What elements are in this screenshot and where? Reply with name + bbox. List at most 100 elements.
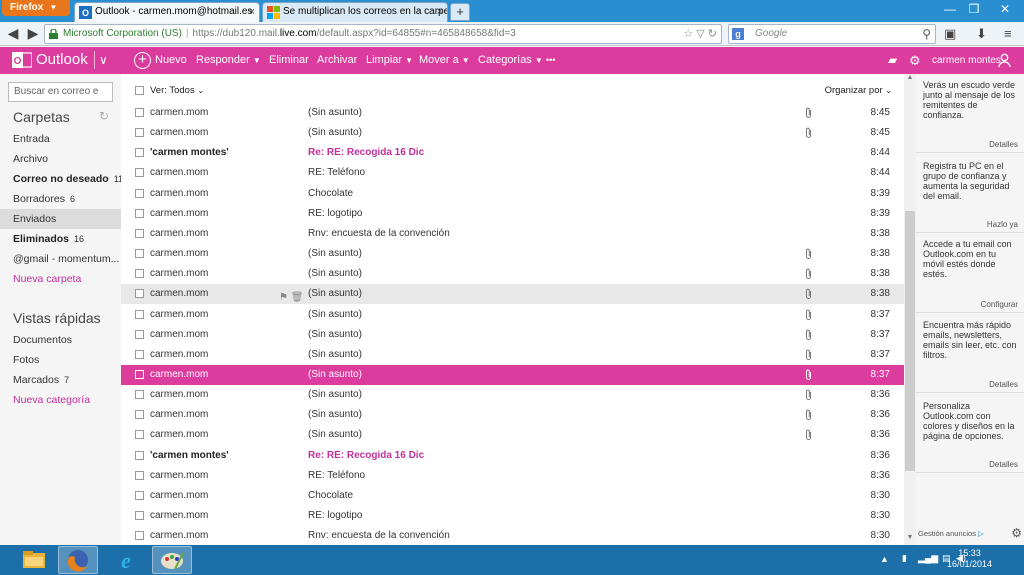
- row-checkbox[interactable]: [135, 450, 144, 460]
- star-icon[interactable]: ☆: [683, 28, 693, 40]
- row-checkbox[interactable]: [135, 369, 144, 379]
- search-icon[interactable]: ⚲: [922, 25, 931, 43]
- message-row[interactable]: carmen.mom (Sin asunto) 8:37: [121, 345, 904, 365]
- url-bar[interactable]: Microsoft Corporation (US) | https://dub12…: [44, 24, 722, 44]
- ad-link[interactable]: Configurar: [981, 300, 1018, 309]
- message-row[interactable]: carmen.mom (Sin asunto) 8:38: [121, 244, 904, 264]
- close-window-icon[interactable]: ✕: [990, 0, 1020, 18]
- close-icon[interactable]: ×: [249, 3, 255, 21]
- folder-item[interactable]: @gmail - momentum...: [0, 249, 121, 269]
- row-checkbox[interactable]: [135, 410, 144, 420]
- messenger-icon[interactable]: ▰: [888, 47, 897, 74]
- message-row[interactable]: carmen.mom (Sin asunto) 8:36: [121, 385, 904, 405]
- search-input[interactable]: g Google ⚲: [728, 24, 936, 44]
- battery-icon[interactable]: ▮: [902, 553, 907, 564]
- row-checkbox[interactable]: [135, 108, 144, 117]
- move-to-button[interactable]: Mover a ▼: [419, 47, 470, 74]
- row-checkbox[interactable]: [135, 289, 144, 299]
- message-row[interactable]: carmen.mom RE: Teléfono 8:36: [121, 466, 904, 486]
- ad-link[interactable]: Hazlo ya: [987, 220, 1018, 229]
- delete-button[interactable]: Eliminar: [269, 47, 309, 74]
- quick-view-item[interactable]: Marcados 7: [0, 370, 121, 390]
- message-row[interactable]: carmen.mom (Sin asunto) 8:38: [121, 264, 904, 284]
- refresh-icon[interactable]: ↻: [99, 109, 109, 123]
- ad-link[interactable]: Detalles: [989, 380, 1018, 389]
- trash-icon[interactable]: 🗑︎: [291, 292, 304, 303]
- app-switcher-chevron-icon[interactable]: ∨: [94, 51, 108, 69]
- sweep-button[interactable]: Limpiar ▼: [366, 47, 413, 74]
- ad-text[interactable]: Encuentra más rápido emails, newsletters…: [923, 320, 1019, 360]
- folder-item[interactable]: Correo no deseado 11: [0, 169, 121, 189]
- message-row[interactable]: 'carmen montes' Re: RE: Recogida 16 Dic 8:…: [121, 143, 904, 163]
- new-tab-button[interactable]: +: [450, 3, 470, 21]
- new-folder-link[interactable]: Nueva carpeta: [0, 269, 121, 289]
- message-row[interactable]: carmen.mom (Sin asunto) 8:45: [121, 123, 904, 143]
- row-checkbox[interactable]: [135, 490, 144, 500]
- folder-item[interactable]: Enviados: [0, 209, 121, 229]
- message-row[interactable]: carmen.mom (Sin asunto) 8:37: [121, 305, 904, 325]
- row-checkbox[interactable]: [135, 430, 144, 440]
- restore-icon[interactable]: ❐: [962, 0, 986, 18]
- folder-item[interactable]: Archivo: [0, 149, 121, 169]
- minimize-icon[interactable]: —: [938, 0, 962, 18]
- app-title[interactable]: Outlook: [36, 51, 88, 69]
- row-checkbox[interactable]: [135, 309, 144, 319]
- bookmarks-icon[interactable]: ▣: [944, 26, 956, 42]
- site-identity[interactable]: Microsoft Corporation (US): [63, 28, 182, 39]
- ad-text[interactable]: Accede a tu email con Outlook.com en tu …: [923, 239, 1019, 279]
- scrollbar-thumb[interactable]: [905, 211, 915, 471]
- quick-view-item[interactable]: Fotos: [0, 350, 121, 370]
- row-checkbox[interactable]: [135, 511, 144, 520]
- google-icon[interactable]: g: [732, 28, 744, 40]
- message-row[interactable]: carmen.mom (Sin asunto) 8:37: [121, 364, 904, 385]
- message-row[interactable]: 'carmen montes' Re: RE: Recogida 16 Dic 8:…: [121, 446, 904, 466]
- new-category-link[interactable]: Nueva categoría: [0, 390, 121, 410]
- message-row[interactable]: carmen.mom (Sin asunto) 8:45: [121, 103, 904, 123]
- firefox-icon[interactable]: [58, 546, 98, 574]
- tray-up-arrow-icon[interactable]: ▲: [880, 554, 889, 564]
- row-checkbox[interactable]: [135, 269, 144, 279]
- ad-link[interactable]: Detalles: [989, 140, 1018, 149]
- row-checkbox[interactable]: [135, 208, 144, 218]
- file-explorer-icon[interactable]: [14, 546, 54, 574]
- message-row[interactable]: carmen.mom (Sin asunto) 8:36: [121, 405, 904, 425]
- folder-item[interactable]: Borradores 6: [0, 189, 121, 209]
- ad-text[interactable]: Verás un escudo verde junto al mensaje d…: [923, 80, 1019, 120]
- search-mail-input[interactable]: Buscar en correo e: [8, 82, 113, 102]
- message-row[interactable]: carmen.mom Chocolate 8:39: [121, 184, 904, 204]
- menu-icon[interactable]: ≡: [1004, 26, 1012, 41]
- tab-article[interactable]: Se multiplican los correos en la carpe..…: [262, 2, 448, 22]
- message-row[interactable]: carmen.mom RE: Teléfono 8:44: [121, 163, 904, 183]
- sort-dropdown[interactable]: Organizar por ⌄: [825, 85, 892, 96]
- message-row[interactable]: carmen.mom Rnv: encuesta de la convención…: [121, 224, 904, 244]
- message-row[interactable]: carmen.mom (Sin asunto) 8:36: [121, 425, 904, 445]
- message-row[interactable]: carmen.mom Chocolate 8:30: [121, 486, 904, 506]
- paint-icon[interactable]: [152, 546, 192, 574]
- user-name[interactable]: carmen montes: [932, 47, 1001, 74]
- row-checkbox[interactable]: [135, 531, 144, 541]
- folders-title[interactable]: Carpetas ↻: [13, 109, 109, 125]
- scroll-up-icon[interactable]: ▲: [904, 74, 916, 81]
- outlook-logo-icon[interactable]: O: [12, 51, 32, 69]
- reply-button[interactable]: Responder ▼: [196, 47, 261, 74]
- gear-icon[interactable]: ⚙: [1011, 526, 1022, 540]
- download-icon[interactable]: ⬇: [976, 26, 987, 42]
- close-icon[interactable]: ×: [437, 3, 443, 21]
- tab-outlook[interactable]: O Outlook - carmen.mom@hotmail.es ×: [74, 2, 260, 22]
- categories-button[interactable]: Categorías ▼: [478, 47, 543, 74]
- avatar[interactable]: [998, 53, 1011, 67]
- new-button[interactable]: Nuevo: [155, 47, 187, 74]
- ad-link[interactable]: Detalles: [989, 460, 1018, 469]
- folder-item[interactable]: Entrada: [0, 129, 121, 149]
- reload-icon[interactable]: ↻: [708, 28, 717, 40]
- row-checkbox[interactable]: [135, 148, 144, 158]
- row-checkbox[interactable]: [135, 470, 144, 480]
- signal-icon[interactable]: ▂▄▆: [918, 553, 938, 564]
- more-actions-button[interactable]: •••: [546, 47, 555, 74]
- dropdown-icon[interactable]: ▽: [696, 28, 704, 40]
- scroll-down-icon[interactable]: ▼: [904, 534, 916, 541]
- internet-explorer-icon[interactable]: e: [106, 546, 146, 574]
- row-checkbox[interactable]: [135, 168, 144, 178]
- list-scrollbar[interactable]: ▲ ▼: [904, 74, 916, 545]
- archive-button[interactable]: Archivar: [317, 47, 357, 74]
